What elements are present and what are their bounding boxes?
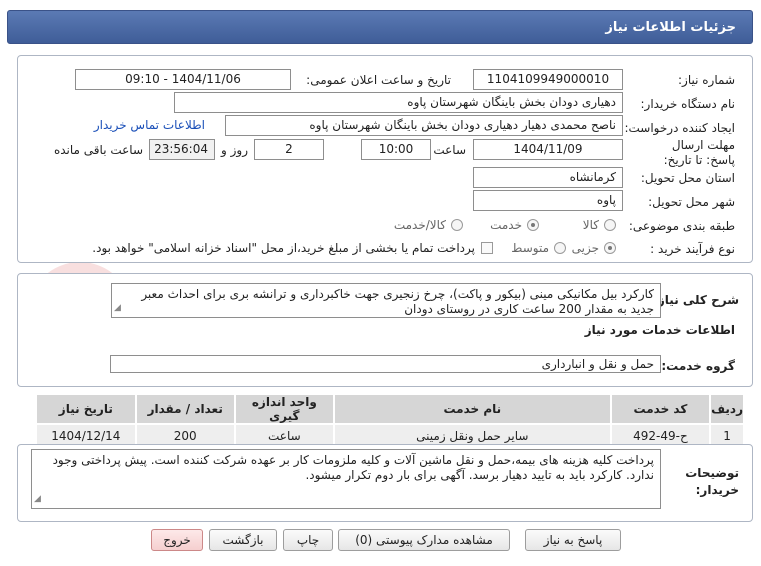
services-table: ردیف کد خدمت نام خدمت واحد اندازه گیری ت… xyxy=(35,393,745,449)
exit-button[interactable]: خروج xyxy=(151,529,203,551)
col-name: نام خدمت xyxy=(332,393,612,425)
category-service-radio[interactable] xyxy=(527,219,539,231)
buyer-notes-label: توضیحات خریدار: xyxy=(685,466,739,497)
city-field: پاوه xyxy=(473,190,623,211)
deadline-time-field: 10:00 xyxy=(361,139,431,160)
city-label: شهر محل تحویل: xyxy=(648,195,735,209)
col-quantity: تعداد / مقدار xyxy=(134,393,236,425)
summary-text: کارکرد بیل مکانیکی مینی (بیکور و پاکت)، … xyxy=(141,287,654,316)
back-button[interactable]: بازگشت xyxy=(209,529,277,551)
remaining-time-field: 23:56:04 xyxy=(149,139,215,160)
category-goods-radio[interactable] xyxy=(604,219,616,231)
need-number-label: شماره نیاز: xyxy=(678,73,735,87)
col-unit: واحد اندازه گیری xyxy=(233,393,335,425)
category-goods-service-label: کالا/خدمت xyxy=(393,218,446,232)
creator-field: ناصح محمدی دهیار دهیاری دودان بخش باینگا… xyxy=(225,115,623,136)
page-title: جزئیات اطلاعات نیاز xyxy=(7,10,753,44)
announce-label: تاریخ و ساعت اعلان عمومی: xyxy=(306,73,451,87)
buyer-notes-textarea[interactable]: پرداخت کلیه هزینه های بیمه،حمل و نقل ماش… xyxy=(31,449,661,509)
deadline-date-field: 1404/11/09 xyxy=(473,139,623,160)
province-field: کرمانشاه xyxy=(473,167,623,188)
service-group-field: حمل و نقل و انبارداری xyxy=(110,355,661,373)
purchase-medium-label: متوسط xyxy=(511,241,549,255)
service-group-label: گروه خدمت: xyxy=(661,359,735,373)
purchase-small-radio[interactable] xyxy=(604,242,616,254)
col-date: تاریخ نیاز xyxy=(35,393,137,425)
services-heading: اطلاعات خدمات مورد نیاز xyxy=(584,323,735,337)
days-label: روز و xyxy=(221,143,248,157)
attachments-button[interactable]: مشاهده مدارک پیوستی (0) xyxy=(338,529,510,551)
category-service-label: خدمت xyxy=(490,218,522,232)
category-goods-service-radio[interactable] xyxy=(451,219,463,231)
buyer-org-label: نام دستگاه خریدار: xyxy=(640,97,736,111)
print-button[interactable]: چاپ xyxy=(283,529,333,551)
purchase-type-label: نوع فرآیند خرید : xyxy=(650,242,735,256)
summary-label: شرح کلی نیاز: xyxy=(653,293,739,307)
table-header-row: ردیف کد خدمت نام خدمت واحد اندازه گیری ت… xyxy=(35,393,745,425)
creator-label: ایجاد کننده درخواست: xyxy=(624,121,735,135)
buyer-org-field: دهیاری دودان بخش باینگان شهرستان پاوه xyxy=(174,92,623,113)
category-label: طبقه بندی موضوعی: xyxy=(628,219,735,233)
col-row: ردیف xyxy=(709,393,745,425)
purchase-medium-radio[interactable] xyxy=(554,242,566,254)
resize-handle-icon[interactable]: ◢ xyxy=(114,301,121,316)
buyer-notes-text: پرداخت کلیه هزینه های بیمه،حمل و نقل ماش… xyxy=(52,453,654,482)
reply-button[interactable]: پاسخ به نیاز xyxy=(525,529,621,551)
category-goods-label: کالا xyxy=(582,218,599,232)
col-code: کد خدمت xyxy=(609,393,712,425)
treasury-payment-checkbox[interactable] xyxy=(481,242,493,254)
time-label: ساعت xyxy=(433,143,466,157)
deadline-label: مهلت ارسال پاسخ: تا تاریخ: xyxy=(663,138,735,167)
summary-textarea[interactable]: کارکرد بیل مکانیکی مینی (بیکور و پاکت)، … xyxy=(111,283,661,318)
purchase-small-label: جزیی xyxy=(571,241,599,255)
days-field: 2 xyxy=(254,139,324,160)
province-label: استان محل تحویل: xyxy=(640,171,735,185)
need-number-field: 1104109949000010 xyxy=(473,69,623,90)
announce-field: 1404/11/06 - 09:10 xyxy=(75,69,291,90)
remaining-label: ساعت باقی مانده xyxy=(53,143,143,157)
treasury-payment-note: پرداخت تمام یا بخشی از مبلغ خرید،از محل … xyxy=(92,241,475,255)
contact-info-link[interactable]: اطلاعات تماس خریدار xyxy=(94,118,205,132)
resize-handle-icon[interactable]: ◢ xyxy=(34,492,41,507)
